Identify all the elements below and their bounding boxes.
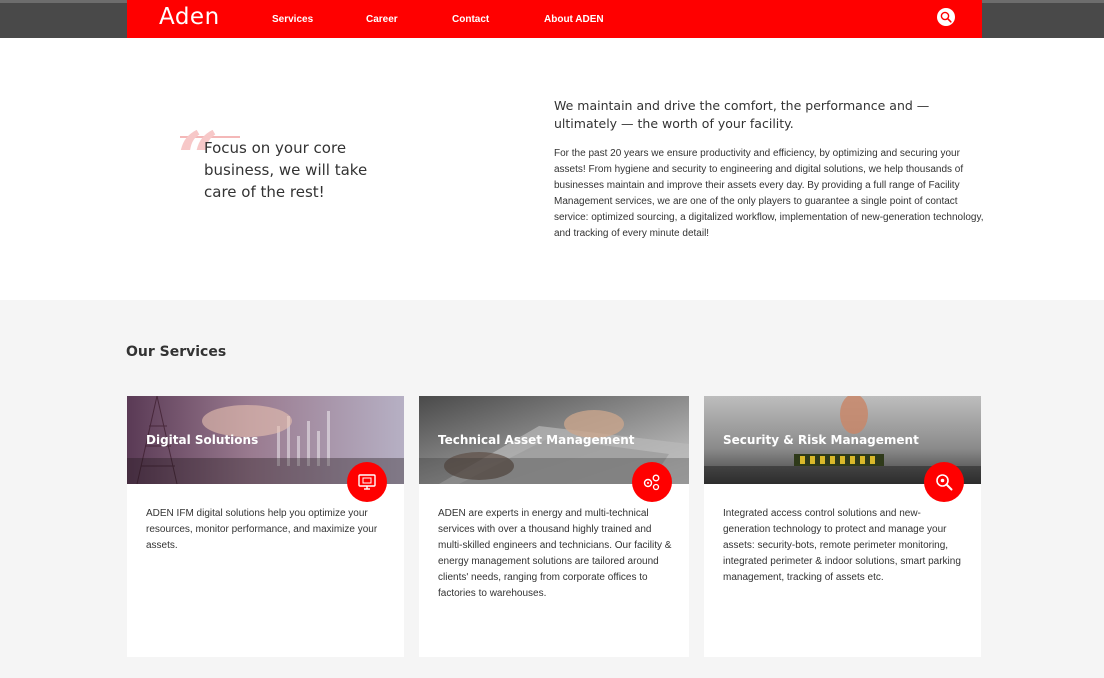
service-card-security-risk-management[interactable]: Security & Risk Management Integrated ac… — [704, 396, 981, 657]
nav-services[interactable]: Services — [272, 14, 313, 25]
service-title-security: Security & Risk Management — [723, 433, 919, 447]
service-badge-technical — [632, 462, 672, 502]
service-desc-digital: ADEN IFM digital solutions help you opti… — [146, 508, 378, 551]
aden-logo[interactable]: Aden — [159, 4, 220, 30]
magnifier-icon — [936, 474, 953, 491]
intro-lead: We maintain and drive the comfort, the p… — [554, 98, 930, 131]
intro-body: For the past 20 years we ensure producti… — [554, 148, 984, 239]
service-desc-security: Integrated access control solutions and … — [723, 508, 961, 583]
service-badge-security — [924, 462, 964, 502]
service-card-technical-asset-management[interactable]: Technical Asset Management ADEN are expe… — [419, 396, 689, 657]
monitor-icon — [358, 474, 376, 490]
service-desc-technical: ADEN are experts in energy and multi-tec… — [438, 508, 672, 599]
nav-career[interactable]: Career — [366, 14, 398, 25]
top-bar: Aden Services Career Contact About ADEN — [0, 0, 1104, 38]
services-title: Our Services — [126, 344, 227, 360]
service-title-digital: Digital Solutions — [146, 433, 259, 447]
intro-section: “ Focus on your core business, we will t… — [0, 38, 1104, 300]
main-nav: Aden Services Career Contact About ADEN — [127, 0, 982, 38]
service-title-technical: Technical Asset Management — [438, 433, 635, 447]
nav-contact[interactable]: Contact — [452, 14, 489, 25]
nav-about-aden[interactable]: About ADEN — [544, 14, 604, 25]
search-button[interactable] — [937, 8, 955, 26]
tagline: Focus on your core business, we will tak… — [204, 139, 368, 201]
services-section: Our Services Digital Solutions ADEN IFM … — [0, 300, 1104, 678]
search-icon — [940, 11, 952, 23]
service-badge-digital — [347, 462, 387, 502]
gears-icon — [643, 474, 660, 491]
service-card-digital-solutions[interactable]: Digital Solutions ADEN IFM digital solut… — [127, 396, 404, 657]
